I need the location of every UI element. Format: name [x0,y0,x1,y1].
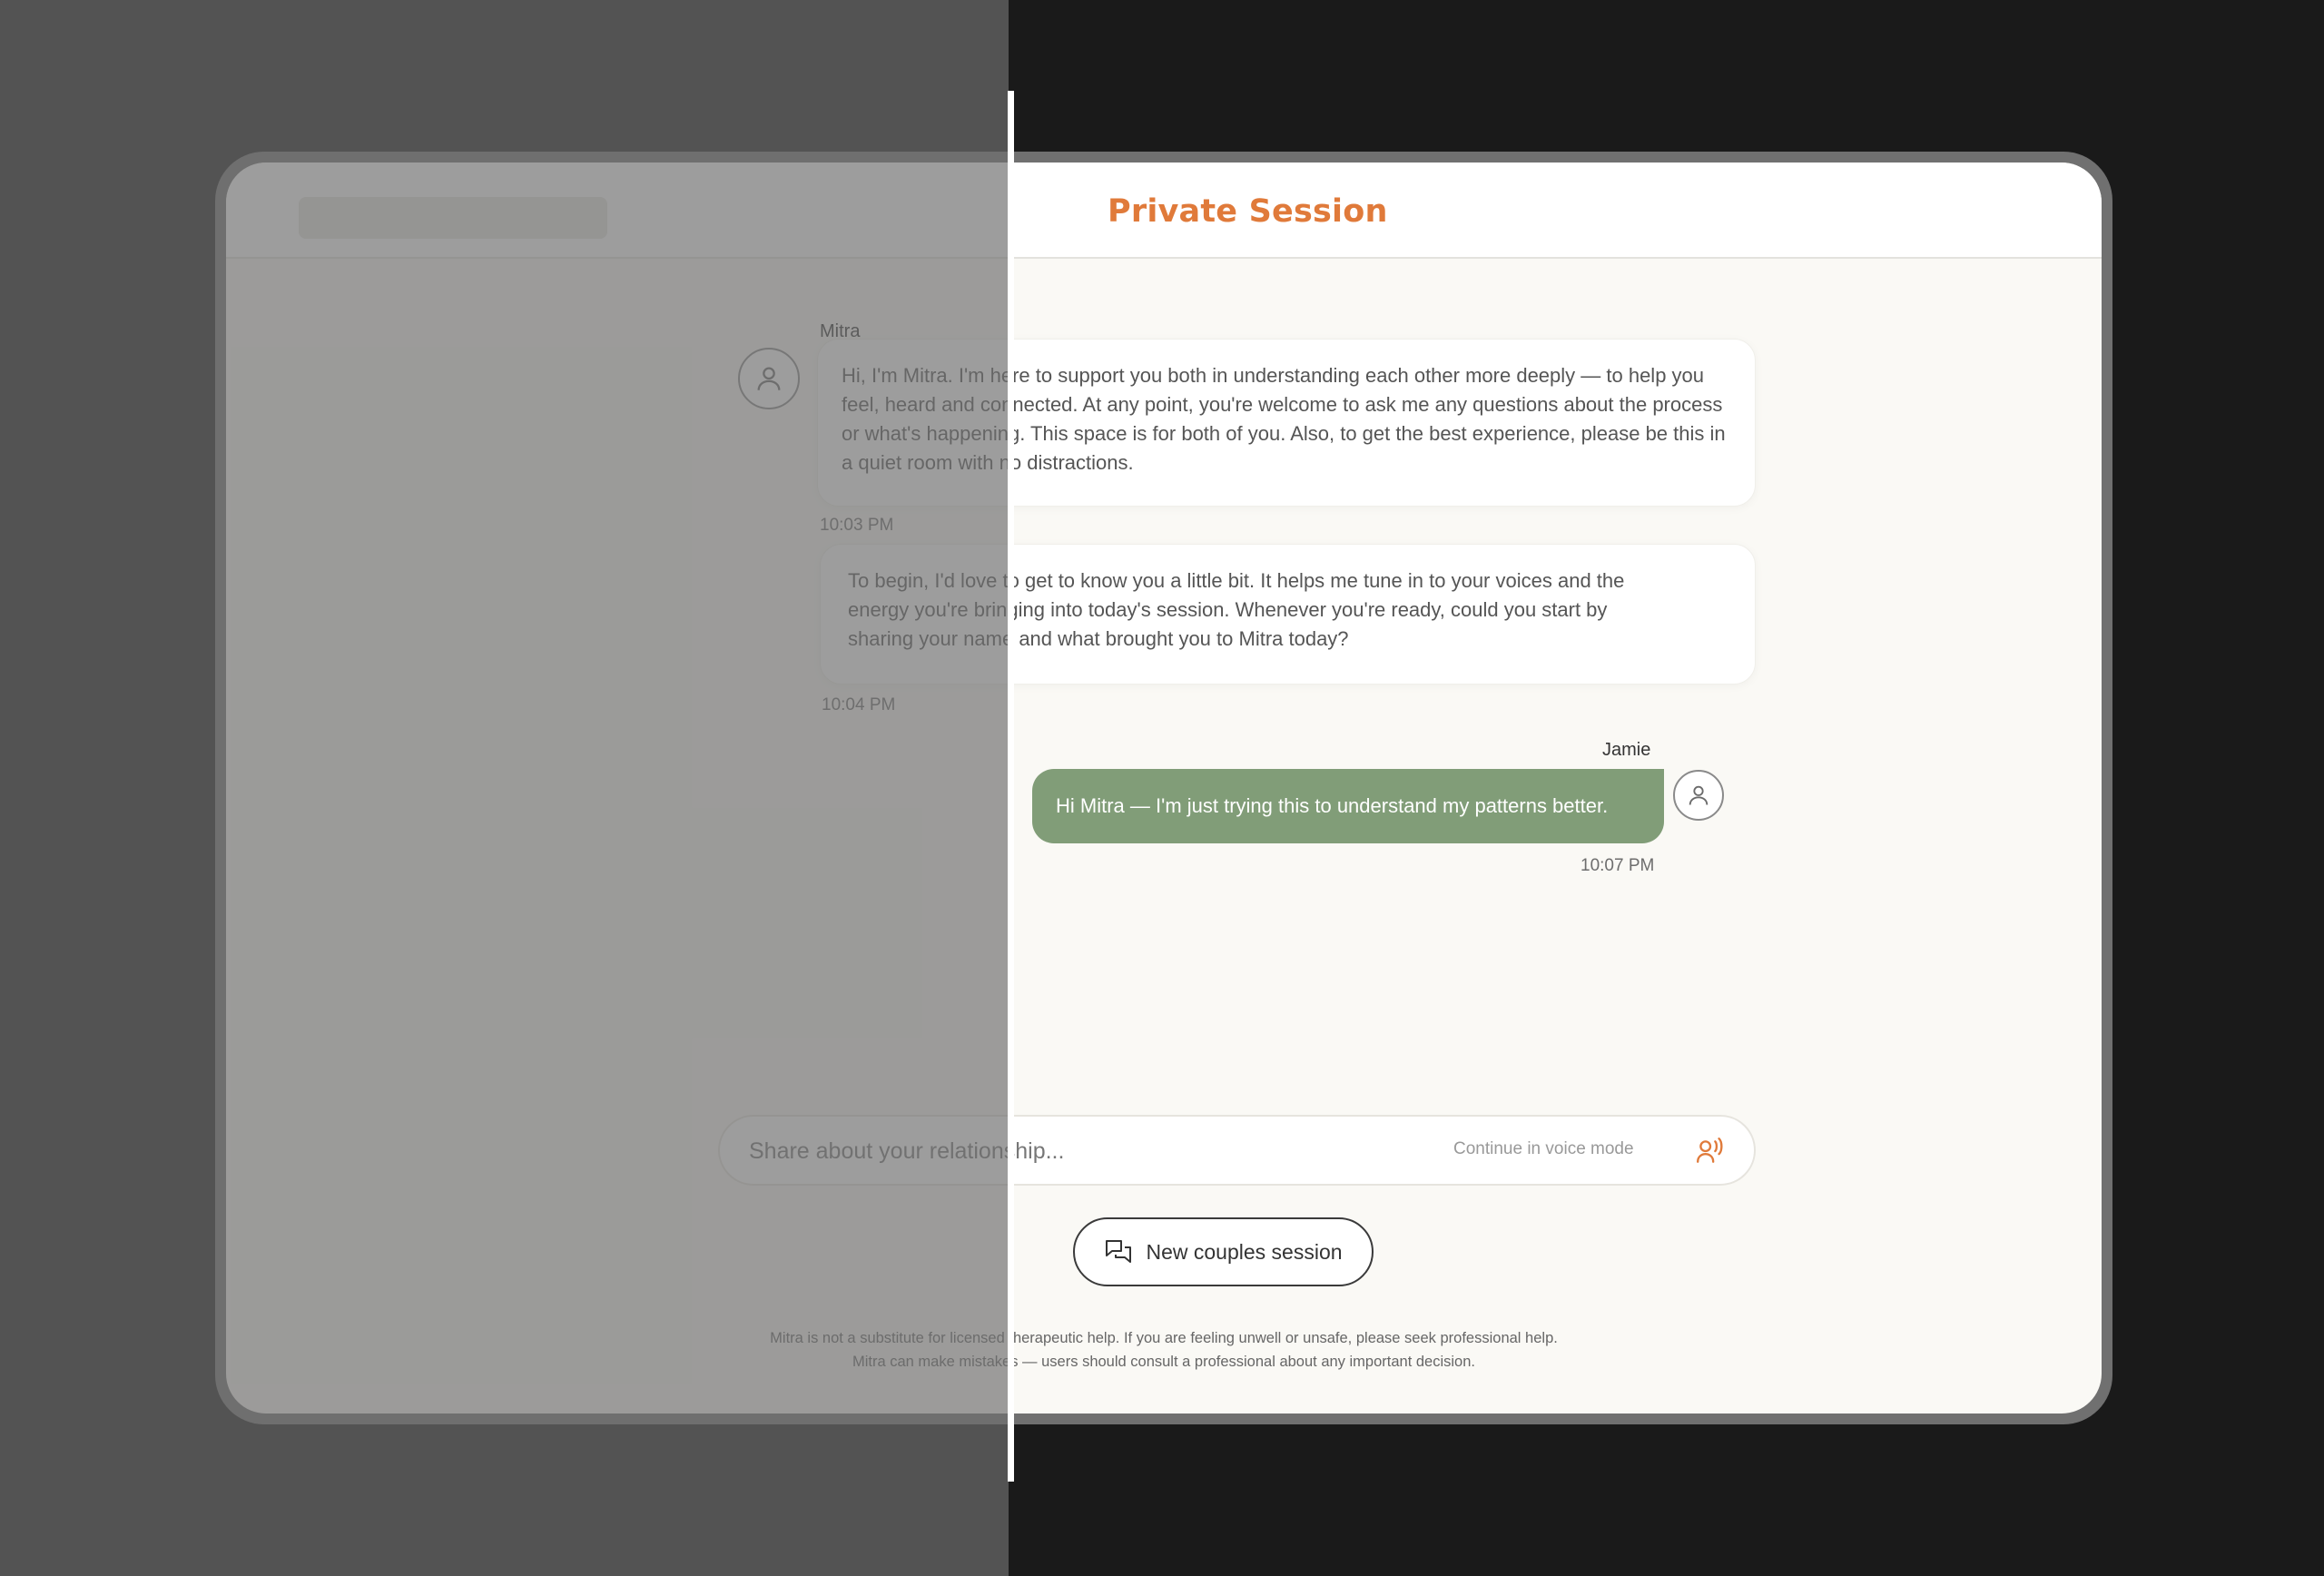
app-header: Private Session [226,163,2102,259]
message-input[interactable] [749,1134,1439,1168]
user-icon [757,367,781,390]
user-icon [1689,785,1709,805]
new-couples-session-button[interactable]: New couples session [1073,1217,1374,1286]
voice-mode-label[interactable]: Continue in voice mode [1453,1139,1634,1159]
device-frame: Private Session Mitra Hi, I'm Mitra. I'm… [215,152,2112,1424]
user-message-bubble: Hi Mitra — I'm just trying this to under… [1032,769,1664,843]
chat-ui: Private Session Mitra Hi, I'm Mitra. I'm… [226,163,2102,1413]
comparison-divider[interactable] [1008,91,1014,1482]
message-timestamp: 10:03 PM [820,516,894,535]
mitra-avatar [738,348,800,409]
user-avatar [1673,770,1724,821]
disclaimer-line: Mitra is not a substitute for licensed t… [770,1330,1558,1346]
chat-bubbles-icon [1106,1240,1132,1263]
message-text: Hi, I'm Mitra. I'm here to support you b… [842,364,1726,474]
message-text: Hi Mitra — I'm just trying this to under… [1056,794,1609,817]
page-title: Private Session [1108,193,1388,230]
message-timestamp: 10:07 PM [1581,856,1655,875]
mitra-message-bubble: Hi, I'm Mitra. I'm here to support you b… [817,339,1756,507]
user-sender-label: Jamie [1602,740,1651,760]
message-composer: Continue in voice mode [718,1115,1756,1186]
voice-mode-icon[interactable] [1695,1136,1726,1167]
disclaimer-line: Mitra can make mistakes — users should c… [852,1354,1475,1370]
header-placeholder [299,197,607,239]
new-session-label: New couples session [1146,1239,1343,1264]
app-screen: Private Session Mitra Hi, I'm Mitra. I'm… [226,163,2102,1413]
message-timestamp: 10:04 PM [822,695,896,714]
mitra-message-bubble: To begin, I'd love to get to know you a … [820,544,1756,685]
message-text: To begin, I'd love to get to know you a … [848,569,1625,650]
